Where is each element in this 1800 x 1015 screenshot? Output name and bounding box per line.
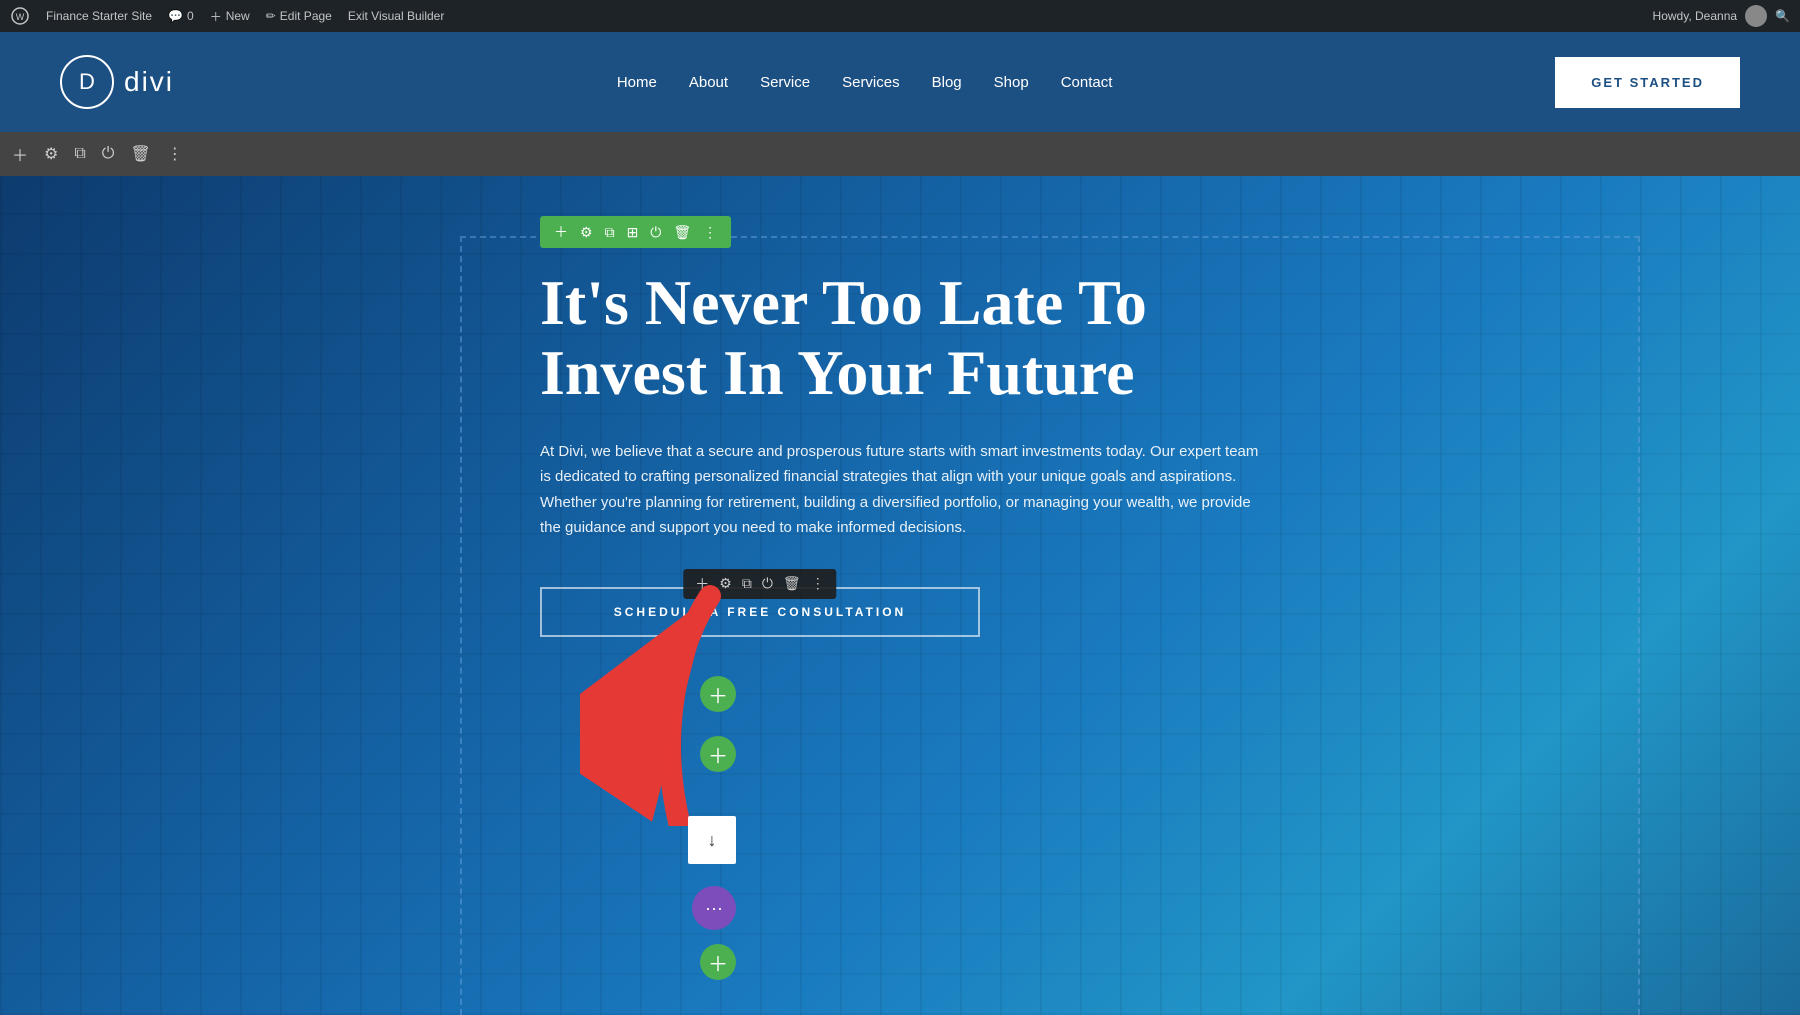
module-delete-icon[interactable]: 🗑 <box>783 575 801 592</box>
logo-text: divi <box>124 66 174 98</box>
plus-icon-bottom: ＋ <box>708 948 728 977</box>
plus-icon: ＋ <box>708 680 728 709</box>
admin-user-info: Howdy, Deanna 🔍 <box>1653 5 1790 27</box>
chat-dots-icon: ··· <box>705 898 723 919</box>
row-copy-icon[interactable]: ⧉ <box>605 224 615 241</box>
scroll-down-button[interactable]: ↓ <box>688 816 736 864</box>
hero-description: At Divi, we believe that a secure and pr… <box>540 439 1260 541</box>
admin-bar: W Finance Starter Site 💬 0 ＋ New ✏ Edit … <box>0 0 1800 32</box>
toolbar-copy-icon[interactable]: ⧉ <box>74 145 85 163</box>
edit-page-link[interactable]: ✏ Edit Page <box>266 9 332 23</box>
toolbar-delete-icon[interactable]: 🗑 <box>130 144 150 164</box>
nav-home[interactable]: Home <box>617 74 657 91</box>
user-avatar[interactable] <box>1745 5 1767 27</box>
comments-link[interactable]: 💬 0 <box>168 9 194 23</box>
row-delete-icon[interactable]: 🗑 <box>673 224 691 241</box>
hero-section: ＋ ⚙ ⧉ ⊞ ⏻ 🗑 ⋮ It's Never Too Late To Inv… <box>200 176 1600 677</box>
wp-logo-link[interactable]: W <box>10 6 30 26</box>
site-nav: Home About Service Services Blog Shop Co… <box>617 74 1113 91</box>
row-toolbar: ＋ ⚙ ⧉ ⊞ ⏻ 🗑 ⋮ <box>540 216 731 248</box>
row-settings-icon[interactable]: ⚙ <box>580 224 593 241</box>
nav-blog[interactable]: Blog <box>932 74 962 91</box>
module-more-icon[interactable]: ⋮ <box>811 575 825 592</box>
main-content: ＋ ⚙ ⧉ ⊞ ⏻ 🗑 ⋮ It's Never Too Late To Inv… <box>0 176 1800 1015</box>
nav-about[interactable]: About <box>689 74 728 91</box>
toolbar-add-icon[interactable]: ＋ <box>12 142 28 166</box>
nav-contact[interactable]: Contact <box>1061 74 1113 91</box>
pencil-icon: ✏ <box>266 9 276 23</box>
builder-toolbar: ＋ ⚙ ⧉ ⏻ 🗑 ⋮ <box>0 132 1800 176</box>
site-logo[interactable]: D divi <box>60 55 174 109</box>
add-bottom-circle[interactable]: ＋ <box>700 944 736 980</box>
toolbar-power-icon[interactable]: ⏻ <box>102 145 115 163</box>
row-power-icon[interactable]: ⏻ <box>650 224 661 241</box>
logo-circle-icon: D <box>60 55 114 109</box>
svg-text:W: W <box>16 12 25 22</box>
red-arrow-indicator <box>580 546 780 826</box>
chat-bubble-circle[interactable]: ··· <box>692 886 736 930</box>
add-section-circle[interactable]: ＋ <box>700 736 736 772</box>
row-more-icon[interactable]: ⋮ <box>703 224 717 241</box>
toolbar-settings-icon[interactable]: ⚙ <box>44 144 58 164</box>
nav-services[interactable]: Services <box>842 74 900 91</box>
search-admin-icon[interactable]: 🔍 <box>1775 9 1790 23</box>
exit-builder-link[interactable]: Exit Visual Builder <box>348 9 445 23</box>
row-columns-icon[interactable]: ⊞ <box>627 224 639 241</box>
header-cta-button[interactable]: GET STARTED <box>1555 57 1740 108</box>
plus-icon-lower: ＋ <box>708 740 728 769</box>
hero-content: It's Never Too Late To Invest In Your Fu… <box>200 268 1600 677</box>
nav-shop[interactable]: Shop <box>994 74 1029 91</box>
site-header: D divi Home About Service Services Blog … <box>0 32 1800 132</box>
row-add-icon[interactable]: ＋ <box>554 222 568 242</box>
add-module-circle[interactable]: ＋ <box>700 676 736 712</box>
toolbar-more-icon[interactable]: ⋮ <box>167 144 183 164</box>
plus-icon: ＋ <box>210 8 222 25</box>
site-name-link[interactable]: Finance Starter Site <box>46 9 152 23</box>
nav-service[interactable]: Service <box>760 74 810 91</box>
down-arrow-icon: ↓ <box>708 830 717 851</box>
comment-icon: 💬 <box>168 9 183 23</box>
hero-title: It's Never Too Late To Invest In Your Fu… <box>540 268 1260 409</box>
new-link[interactable]: ＋ New <box>210 8 250 25</box>
